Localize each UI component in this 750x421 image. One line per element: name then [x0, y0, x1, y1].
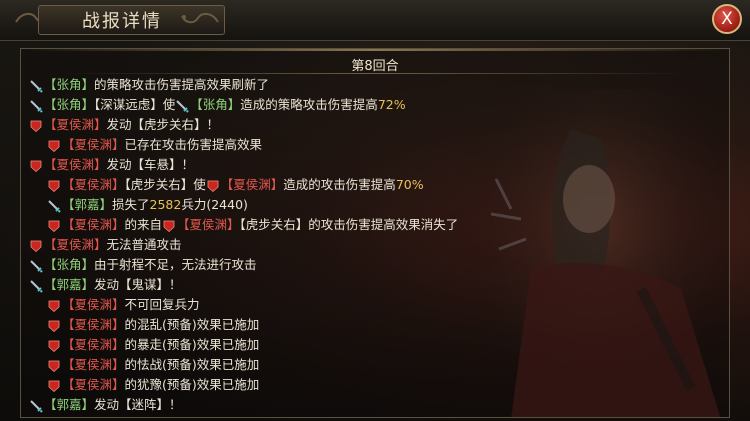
sword-icon: [175, 99, 189, 113]
log-text: 的来自: [124, 217, 163, 232]
sword-icon: [47, 199, 61, 213]
log-line: 【夏侯渊】的犹豫(预备)效果已施加: [29, 375, 719, 395]
log-line: 【夏侯渊】【虎步关右】使 【夏侯渊】造成的攻击伤害提高70%: [29, 175, 719, 195]
log-line: 【夏侯渊】的来自 【夏侯渊】【虎步关右】的攻击伤害提高效果消失了: [29, 215, 719, 235]
log-text: 的暴走(预备)效果已施加: [124, 337, 260, 352]
battle-log: 【张角】的策略攻击伤害提高效果刷新了 【张角】【深谋远虑】使 【张角】造成的策略攻击…: [29, 75, 719, 415]
log-line: 【夏侯渊】的混乱(预备)效果已施加: [29, 315, 719, 335]
log-text: 无法普通攻击: [106, 237, 182, 252]
log-line: 【张角】【深谋远虑】使 【张角】造成的策略攻击伤害提高72%: [29, 95, 719, 115]
log-text: 【虎步关右】的攻击伤害提高效果消失了: [239, 217, 459, 232]
enemy-name: 【夏侯渊】: [220, 177, 284, 192]
enemy-name: 【夏侯渊】: [62, 137, 125, 152]
sword-icon: [29, 399, 43, 413]
log-text: 发动【虎步关右】！: [106, 117, 220, 132]
shield-icon: [47, 339, 61, 353]
round-divider: [61, 73, 689, 74]
shield-icon: [206, 179, 220, 193]
shield-icon: [47, 319, 61, 333]
sword-icon: [29, 79, 43, 93]
ally-name: 【郭嘉】: [44, 277, 95, 292]
panel-divider: [21, 49, 729, 51]
log-text: 已存在攻击伤害提高效果: [124, 137, 263, 152]
log-text: 发动【车悬】！: [106, 157, 195, 172]
enemy-name: 【夏侯渊】: [62, 337, 125, 352]
log-text: 发动【鬼谋】！: [94, 277, 182, 292]
ally-name: 【郭嘉】: [62, 197, 113, 212]
log-line: 【夏侯渊】发动【车悬】！: [29, 155, 719, 175]
enemy-name: 【夏侯渊】: [62, 217, 125, 232]
log-text: 由于射程不足，无法进行攻击: [94, 257, 257, 272]
ally-name: 【张角】: [44, 97, 95, 112]
sword-icon: [29, 279, 43, 293]
log-text: 的犹豫(预备)效果已施加: [124, 377, 260, 392]
shield-icon: [29, 119, 43, 133]
dragon-ornament-icon: [181, 12, 219, 24]
shield-icon: [29, 159, 43, 173]
shield-icon: [47, 179, 61, 193]
log-line: 【夏侯渊】无法普通攻击: [29, 235, 719, 255]
log-line: 【夏侯渊】已存在攻击伤害提高效果: [29, 135, 719, 155]
shield-icon: [47, 219, 61, 233]
log-text: 不可回复兵力: [124, 297, 200, 312]
enemy-name: 【夏侯渊】: [62, 377, 125, 392]
log-text: 损失了: [112, 197, 150, 212]
log-text: 的混乱(预备)效果已施加: [124, 317, 260, 332]
window-title: 战报详情: [82, 11, 162, 32]
log-text: 【虎步关右】使: [124, 177, 206, 192]
log-text: 的策略攻击伤害提高效果刷新了: [94, 77, 270, 92]
log-number: 70%: [395, 177, 424, 192]
round-label: 第8回合: [351, 59, 399, 74]
log-text: 造成的攻击伤害提高: [283, 177, 396, 192]
ally-name: 【郭嘉】: [44, 397, 95, 412]
log-text: 造成的策略攻击伤害提高: [240, 97, 378, 112]
sword-icon: [29, 259, 43, 273]
enemy-name: 【夏侯渊】: [62, 297, 125, 312]
enemy-name: 【夏侯渊】: [62, 177, 125, 192]
enemy-name: 【夏侯渊】: [44, 157, 107, 172]
log-text: 【深谋远虑】使: [94, 97, 176, 112]
enemy-name: 【夏侯渊】: [44, 117, 107, 132]
log-number: 72%: [377, 97, 406, 112]
log-line: 【夏侯渊】不可回复兵力: [29, 295, 719, 315]
sword-icon: [29, 99, 43, 113]
log-text: 兵力(2440): [181, 197, 248, 212]
enemy-name: 【夏侯渊】: [62, 357, 125, 372]
ally-name: 【张角】: [190, 97, 241, 112]
log-text: 的怯战(预备)效果已施加: [124, 357, 260, 372]
battle-log-panel[interactable]: 第8回合 【张角】的策略攻击伤害提高效果刷新了 【张角】【深谋远虑】使 【张角】造成…: [20, 48, 730, 418]
ally-name: 【张角】: [44, 77, 95, 92]
log-line: 【张角】的策略攻击伤害提高效果刷新了: [29, 75, 719, 95]
log-line: 【郭嘉】发动【迷阵】！: [29, 395, 719, 415]
log-line: 【夏侯渊】的怯战(预备)效果已施加: [29, 355, 719, 375]
shield-icon: [47, 359, 61, 373]
shield-icon: [162, 219, 176, 233]
shield-icon: [29, 239, 43, 253]
log-text: 发动【迷阵】！: [94, 397, 182, 412]
ally-name: 【张角】: [44, 257, 95, 272]
title-bar: 战报详情 X: [0, 0, 750, 41]
enemy-name: 【夏侯渊】: [44, 237, 107, 252]
shield-icon: [47, 139, 61, 153]
enemy-name: 【夏侯渊】: [177, 217, 240, 232]
log-line: 【郭嘉】发动【鬼谋】！: [29, 275, 719, 295]
close-button[interactable]: X: [712, 4, 742, 34]
shield-icon: [47, 379, 61, 393]
shield-icon: [47, 299, 61, 313]
log-line: 【张角】由于射程不足，无法进行攻击: [29, 255, 719, 275]
enemy-name: 【夏侯渊】: [62, 317, 125, 332]
log-line: 【郭嘉】损失了2582兵力(2440): [29, 195, 719, 215]
battle-report-window: 战报详情 X 第8回合 【张角】的策略攻击伤害提高效果刷新了【张角】【深谋远虑: [0, 0, 750, 421]
log-number: 2582: [149, 197, 182, 212]
log-line: 【夏侯渊】的暴走(预备)效果已施加: [29, 335, 719, 355]
log-line: 【夏侯渊】发动【虎步关右】！: [29, 115, 719, 135]
